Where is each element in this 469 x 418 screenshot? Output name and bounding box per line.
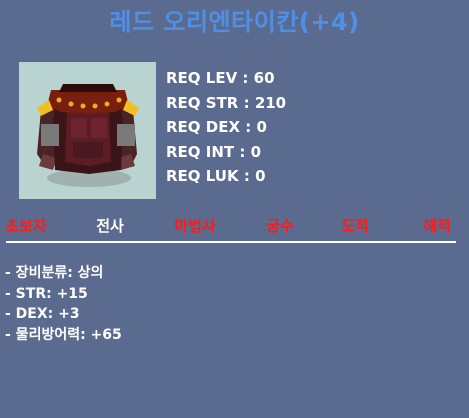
stat-dex: - DEX: +3	[5, 306, 80, 322]
item-name: 레드 오리엔타이칸(+4)	[109, 8, 360, 36]
job-beginner: 초보자	[5, 217, 47, 235]
item-stats: - 장비분류: 상의 - STR: +15 - DEX: +3 - 물리방어력:…	[5, 263, 122, 345]
job-pirate: 해적	[423, 217, 451, 235]
req-level: REQ LEV : 60	[166, 69, 275, 87]
stat-defense: - 물리방어력: +65	[5, 326, 122, 343]
requirements-list: REQ LEV : 60 REQ STR : 210 REQ DEX : 0 R…	[166, 66, 286, 189]
job-thief: 도적	[341, 217, 369, 235]
job-bowman: 궁수	[266, 217, 294, 235]
job-warrior: 전사	[96, 217, 124, 235]
stat-str: - STR: +15	[5, 285, 88, 302]
job-list: 초보자 전사 마법사 궁수 도적 해적	[0, 215, 469, 235]
req-int: REQ INT : 0	[166, 142, 262, 161]
item-icon-frame	[19, 62, 156, 199]
job-magician: 마법사	[174, 217, 216, 235]
divider	[6, 241, 456, 243]
req-luk: REQ LUK : 0	[166, 167, 266, 185]
req-dex: REQ DEX : 0	[166, 118, 267, 136]
red-armor-overall-icon	[37, 84, 139, 187]
stat-category: - 장비분류: 상의	[5, 265, 104, 281]
req-str: REQ STR : 210	[166, 93, 287, 112]
